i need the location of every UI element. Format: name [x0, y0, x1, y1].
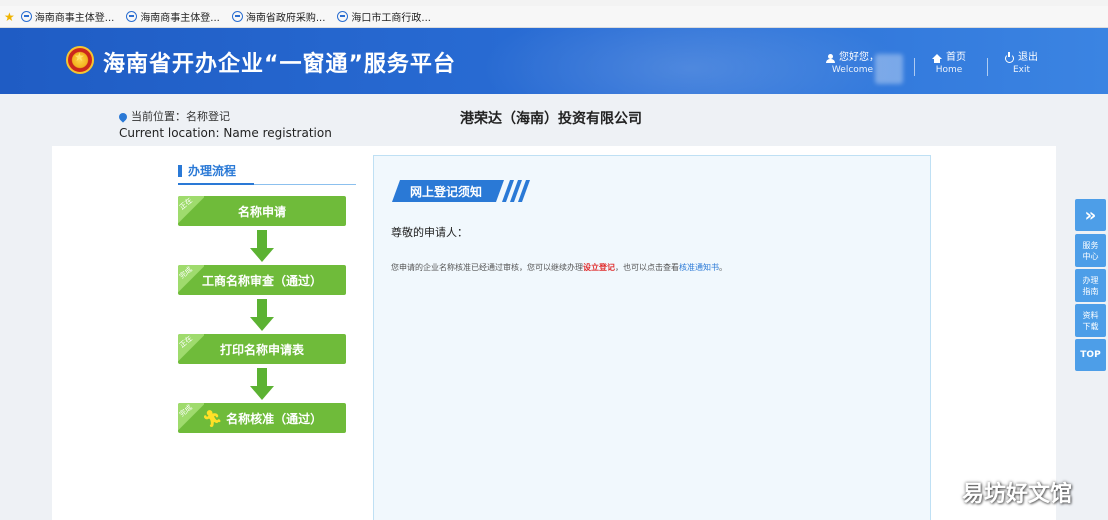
- exit-link[interactable]: 退出 Exit: [1005, 51, 1038, 76]
- exit-label-en: Exit: [1012, 65, 1031, 75]
- bookmarks-bar: ★ 海南商事主体登... 海南商事主体登... 海南省政府采购... 海口市工商…: [0, 6, 1108, 28]
- message-prefix: 您申请的企业名称核准已经通过审核，您可以继续办理: [391, 263, 583, 272]
- step-label: 工商名称审查（通过）: [201, 273, 322, 288]
- process-step-name-review[interactable]: 完成 工商名称审查（通过）: [178, 265, 346, 295]
- company-name: 港荣达（海南）投资有限公司: [460, 111, 642, 127]
- location-label-cn: 当前位置：名称登记: [131, 110, 230, 123]
- site-header: 海南省开办企业“一窗通”服务平台 您好您， Welcome 首页 Home 退出…: [0, 28, 1108, 94]
- approval-notice-link[interactable]: 核准通知书: [679, 263, 719, 272]
- message-suffix: 。: [719, 263, 727, 272]
- header-separator: [987, 58, 988, 76]
- title-bar-decoration: [178, 164, 182, 177]
- bookmark-item[interactable]: 海南商事主体登...: [126, 9, 220, 24]
- side-expand-button[interactable]: »: [1075, 199, 1106, 231]
- step-tag: 正在: [178, 196, 194, 212]
- bookmark-item[interactable]: 海南商事主体登...: [20, 9, 115, 24]
- bookmark-item[interactable]: 海南省政府采购...: [231, 9, 326, 24]
- user-greeting: 您好您， Welcome: [826, 52, 879, 76]
- message-middle: ，也可以点击查看: [615, 263, 679, 272]
- bookmark-item[interactable]: 海口市工商行政...: [337, 9, 431, 24]
- establish-registration-link[interactable]: 设立登记: [583, 263, 615, 272]
- avatar: [875, 54, 903, 84]
- user-label: 您好您，: [839, 52, 879, 63]
- side-item-guide[interactable]: 办理指南: [1075, 269, 1106, 302]
- user-icon: [826, 53, 835, 63]
- bookmark-label: 海口市工商行政...: [351, 13, 431, 24]
- watermark: 易坊好文馆: [962, 482, 1073, 507]
- header-separator: [914, 58, 915, 76]
- ie-icon: [231, 11, 243, 22]
- notice-panel: [373, 155, 931, 520]
- step-tag: 正在: [178, 334, 194, 350]
- process-title-text: 办理流程: [188, 164, 237, 178]
- step-label: 名称申请: [237, 204, 286, 219]
- ie-icon: [20, 11, 32, 22]
- star-icon[interactable]: ★: [4, 10, 15, 24]
- process-divider-accent: [178, 183, 254, 185]
- user-label-en: Welcome: [831, 65, 874, 75]
- home-label-en: Home: [935, 65, 963, 75]
- notice-message: 您申请的企业名称核准已经通过审核，您可以继续办理设立登记，也可以点击查看核准通知…: [391, 262, 727, 273]
- side-item-service-center[interactable]: 服务中心: [1075, 234, 1106, 267]
- running-person-icon: 🏃︎: [201, 408, 223, 428]
- notice-tab: 网上登记须知: [390, 180, 531, 202]
- exit-label: 退出: [1018, 52, 1038, 63]
- process-step-print-form[interactable]: 正在 打印名称申请表: [178, 334, 346, 364]
- step-label: 打印名称申请表: [219, 342, 304, 357]
- current-location: 当前位置：名称登记 Current location: Name registr…: [117, 108, 332, 142]
- side-item-downloads[interactable]: 资料下载: [1075, 304, 1106, 337]
- bookmark-label: 海南商事主体登...: [140, 13, 220, 24]
- bookmark-label: 海南商事主体登...: [34, 13, 115, 24]
- site-title: 海南省开办企业“一窗通”服务平台: [103, 52, 456, 77]
- location-label-en: Current location: Name registration: [119, 126, 332, 140]
- process-step-name-approval[interactable]: 完成 🏃︎ 名称核准（通过）: [178, 403, 346, 433]
- notice-greeting: 尊敬的申请人：: [391, 226, 468, 239]
- step-tag: 完成: [178, 265, 194, 281]
- down-arrow-icon: [250, 299, 274, 331]
- power-icon: [1005, 51, 1014, 63]
- step-label: 名称核准（通过）: [226, 411, 323, 426]
- process-step-name-application[interactable]: 正在 名称申请: [178, 196, 346, 226]
- home-label: 首页: [946, 52, 966, 63]
- ie-icon: [337, 11, 349, 22]
- location-pin-icon: [117, 110, 129, 123]
- home-icon: [932, 53, 942, 63]
- down-arrow-icon: [250, 230, 274, 262]
- national-emblem-icon: [66, 46, 94, 74]
- down-arrow-icon: [250, 368, 274, 400]
- ie-icon: [126, 11, 138, 22]
- home-link[interactable]: 首页 Home: [932, 52, 966, 76]
- process-title: 办理流程: [178, 162, 236, 179]
- bookmark-label: 海南省政府采购...: [245, 13, 326, 24]
- step-tag: 完成: [178, 403, 194, 419]
- back-to-top-button[interactable]: TOP: [1075, 339, 1106, 371]
- notice-tab-title: 网上登记须知: [410, 185, 483, 199]
